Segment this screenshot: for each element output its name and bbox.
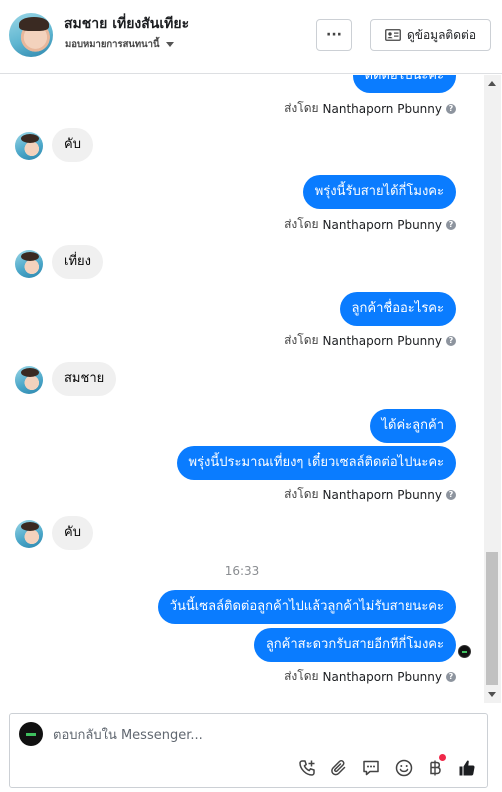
help-icon[interactable]: ? xyxy=(446,335,456,346)
thread-scrollbar[interactable] xyxy=(484,75,501,703)
contact-avatar-small[interactable] xyxy=(15,366,43,394)
sent-by-prefix: ส่งโดย xyxy=(284,669,319,683)
scroll-down-arrow-icon[interactable] xyxy=(488,692,496,697)
sent-by-prefix: ส่งโดย xyxy=(284,487,319,501)
sent-by-label: ส่งโดย Nanthaporn Pbunny ? xyxy=(284,667,456,686)
paperclip-icon[interactable] xyxy=(328,757,350,779)
message-timestamp: 16:33 xyxy=(224,564,260,578)
sent-by-label: ส่งโดย Nanthaporn Pbunny ? xyxy=(284,99,456,118)
sent-by-label: ส่งโดย Nanthaporn Pbunny ? xyxy=(284,331,456,350)
reply-input[interactable] xyxy=(53,724,473,746)
scrollbar-thumb[interactable] xyxy=(486,552,498,685)
contact-name[interactable]: สมชาย เที่ยงสันเทียะ xyxy=(64,13,189,35)
chevron-down-icon xyxy=(165,42,174,47)
sender-name[interactable]: Nanthaporn Pbunny xyxy=(323,670,442,684)
more-options-button[interactable]: ··· xyxy=(316,19,352,51)
sender-name[interactable]: Nanthaporn Pbunny xyxy=(323,488,442,502)
thumbs-up-icon[interactable] xyxy=(456,757,478,779)
help-icon[interactable]: ? xyxy=(446,219,456,230)
sent-by-prefix: ส่งโดย xyxy=(284,101,319,115)
contact-avatar-small[interactable] xyxy=(15,250,43,278)
sender-name[interactable]: Nanthaporn Pbunny xyxy=(323,334,442,348)
sent-by-label: ส่งโดย Nanthaporn Pbunny ? xyxy=(284,215,456,234)
incoming-message[interactable]: เที่ยง xyxy=(52,245,103,279)
outgoing-message[interactable]: พรุ่งนี้ประมาณเที่ยงๆ เดี๋ยวเซลล์ติดต่อไ… xyxy=(176,446,456,480)
assign-label: มอบหมายการสนทนานี้ xyxy=(65,39,160,50)
phone-plus-icon[interactable] xyxy=(296,757,318,779)
help-icon[interactable]: ? xyxy=(446,489,456,500)
contact-avatar-small[interactable] xyxy=(15,132,43,160)
incoming-message[interactable]: สมชาย xyxy=(52,362,117,396)
help-icon[interactable]: ? xyxy=(446,103,456,114)
view-contact-button[interactable]: ดูข้อมูลติดต่อ xyxy=(370,19,491,51)
sent-by-prefix: ส่งโดย xyxy=(284,217,319,231)
contact-avatar[interactable] xyxy=(9,13,53,57)
page-avatar xyxy=(19,722,43,746)
smiley-icon[interactable] xyxy=(393,757,415,779)
outgoing-message[interactable]: วันนี้เซลล์ติดต่อลูกค้าไปแล้วลูกค้าไม่รั… xyxy=(157,590,456,624)
scroll-up-arrow-icon[interactable] xyxy=(488,81,496,86)
seen-indicator-avatar xyxy=(458,645,471,658)
sent-by-prefix: ส่งโดย xyxy=(284,333,319,347)
help-icon[interactable]: ? xyxy=(446,671,456,682)
chat-bubble-icon[interactable] xyxy=(360,757,382,779)
reply-composer xyxy=(9,713,488,788)
outgoing-message[interactable]: ติดต่อไปนะคะ xyxy=(352,75,456,93)
sender-name[interactable]: Nanthaporn Pbunny xyxy=(323,218,442,232)
contact-card-icon xyxy=(385,29,401,41)
incoming-message[interactable]: คับ xyxy=(52,516,93,550)
conversation-header: สมชาย เที่ยงสันเทียะ มอบหมายการสนทนานี้ … xyxy=(0,0,502,74)
outgoing-message[interactable]: ลูกค้าสะดวกรับสายอีกทีกี่โมงคะ xyxy=(253,628,456,662)
notification-badge xyxy=(439,754,446,761)
message-thread[interactable]: ติดต่อไปนะคะ ส่งโดย Nanthaporn Pbunny ? … xyxy=(0,75,484,703)
view-contact-label: ดูข้อมูลติดต่อ xyxy=(406,27,477,42)
outgoing-message[interactable]: ได้ค่ะลูกค้า xyxy=(369,409,456,443)
outgoing-message[interactable]: พรุ่งนี้รับสายได้กี่โมงคะ xyxy=(302,175,456,209)
baht-icon[interactable] xyxy=(424,754,446,779)
assign-conversation-dropdown[interactable]: มอบหมายการสนทนานี้ xyxy=(65,37,174,52)
sender-name[interactable]: Nanthaporn Pbunny xyxy=(323,102,442,116)
incoming-message[interactable]: คับ xyxy=(52,128,93,162)
sent-by-label: ส่งโดย Nanthaporn Pbunny ? xyxy=(284,485,456,504)
outgoing-message[interactable]: ลูกค้าชื่ออะไรคะ xyxy=(339,292,456,326)
contact-avatar-small[interactable] xyxy=(15,520,43,548)
